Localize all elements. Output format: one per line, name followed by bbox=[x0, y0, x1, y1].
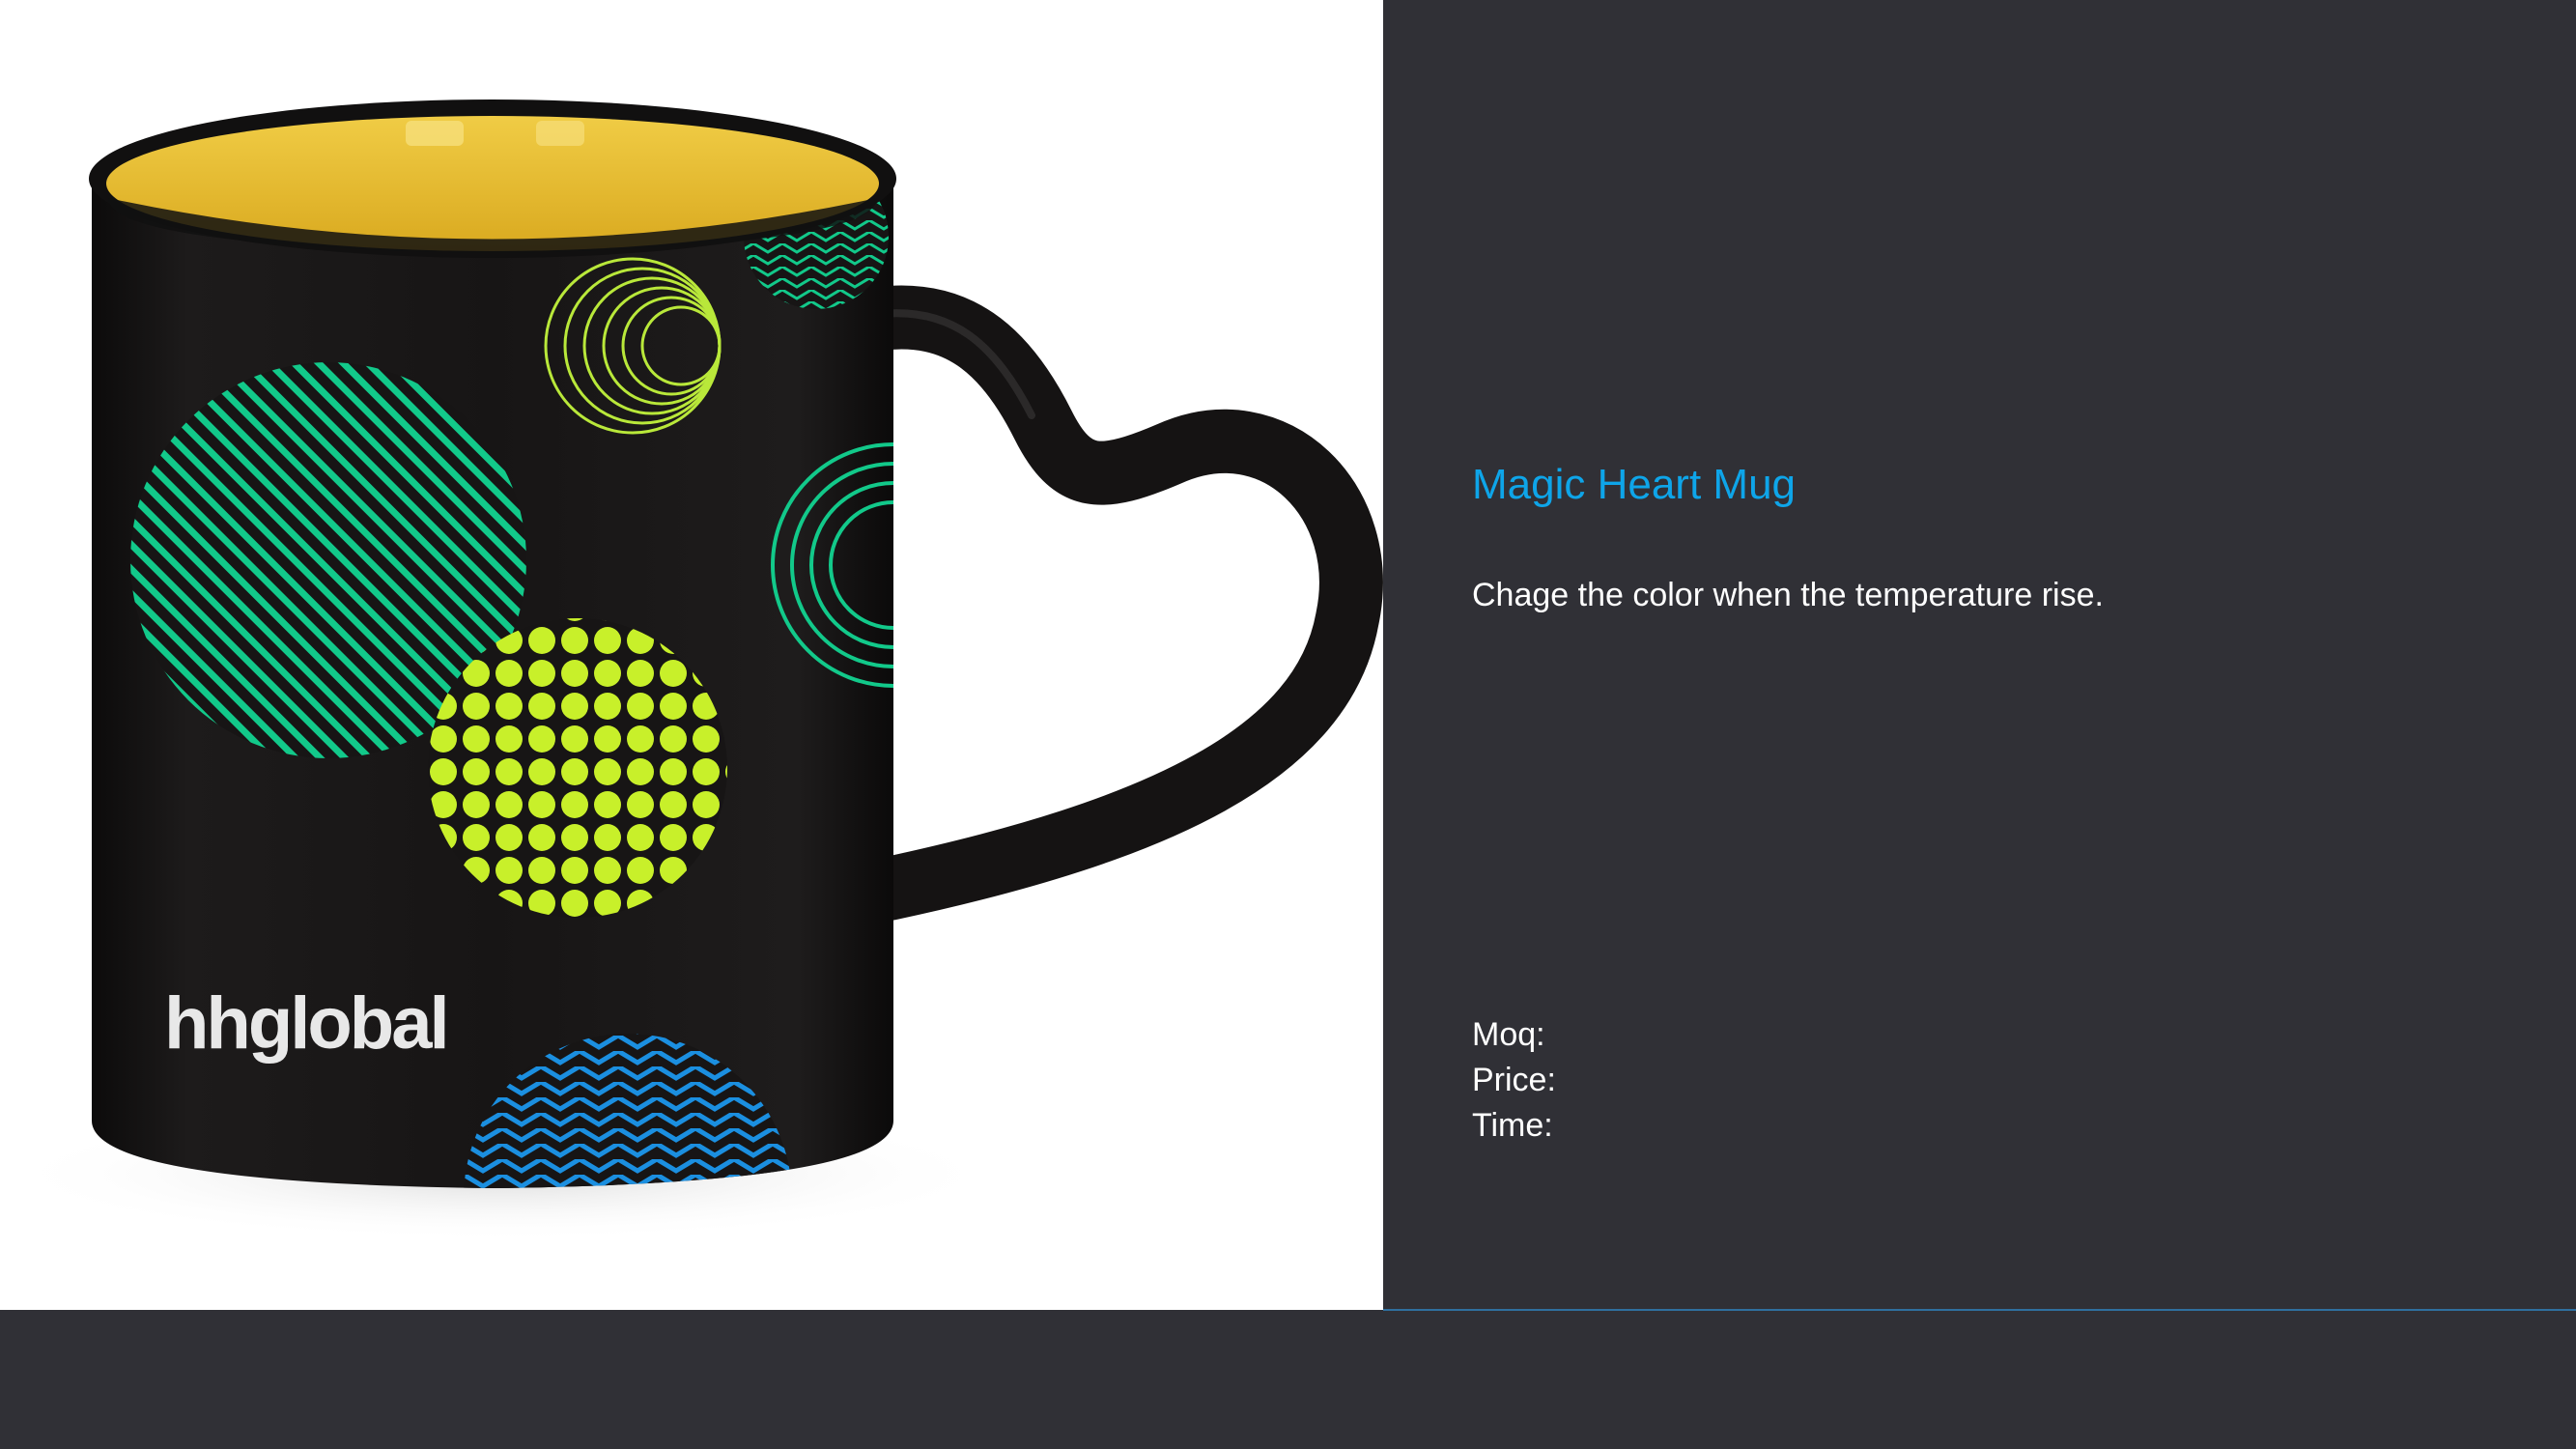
mug-illustration: hhglobal bbox=[0, 99, 1383, 1241]
heart-handle bbox=[847, 285, 1383, 921]
mug-logo: hhglobal bbox=[164, 982, 447, 1065]
footer-divider bbox=[1383, 1309, 2576, 1311]
spec-price: Price: bbox=[1472, 1062, 1556, 1098]
product-title: Magic Heart Mug bbox=[1472, 461, 1797, 508]
info-panel bbox=[1383, 0, 2576, 1310]
spec-moq: Moq: bbox=[1472, 1016, 1545, 1053]
product-photo: hhglobal bbox=[0, 0, 1383, 1310]
product-description: Chage the color when the temperature ris… bbox=[1472, 577, 2104, 613]
spec-list: Moq: Price: Time: bbox=[1472, 1012, 1556, 1149]
spec-time: Time: bbox=[1472, 1107, 1553, 1144]
slide: hhglobal Magic Heart Mug Chage the color… bbox=[0, 0, 2576, 1449]
